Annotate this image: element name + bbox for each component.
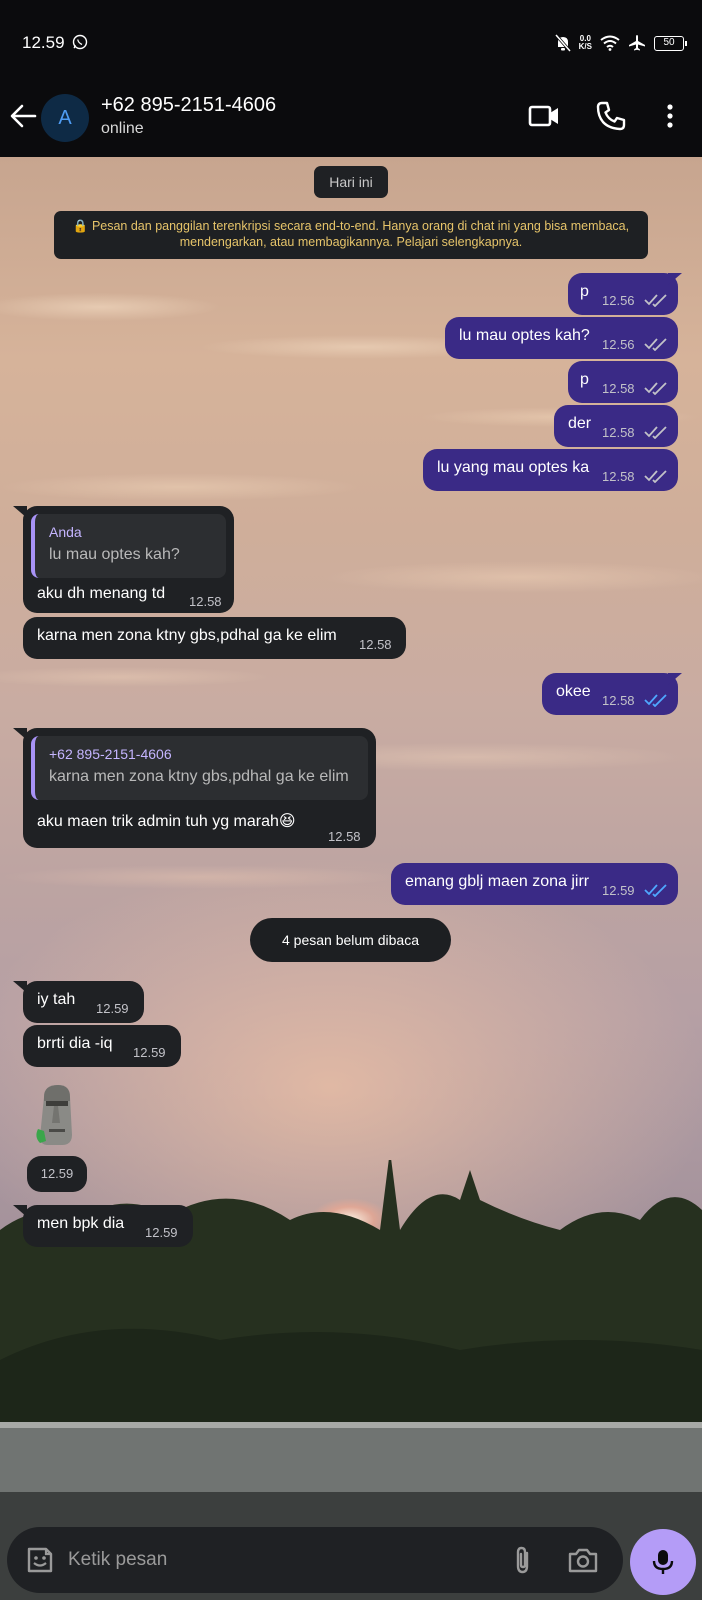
message-time: 12.59 [602, 883, 635, 898]
chat-header: A +62 895-2151-4606 online [0, 80, 702, 157]
whatsapp-icon [72, 34, 88, 50]
double-check-icon [644, 338, 667, 351]
outgoing-message[interactable]: emang gblj maen zona jirr 12.59 [391, 863, 678, 905]
double-check-icon [644, 470, 667, 483]
message-text: karna men zona ktny gbs,pdhal ga ke elim [37, 627, 337, 644]
incoming-message[interactable]: men bpk dia 12.59 [13, 1205, 193, 1247]
video-call-icon[interactable] [528, 100, 560, 132]
status-bar: 12.59 0.0 K/S 50 [0, 0, 702, 80]
bubble-tail [668, 673, 682, 685]
battery-icon: 50 [654, 35, 687, 51]
incoming-message[interactable]: +62 895-2151-4606 karna men zona ktny gb… [13, 728, 376, 848]
incoming-message[interactable]: iy tah 12.59 [13, 981, 144, 1023]
double-check-icon [644, 426, 667, 439]
double-check-icon [644, 884, 667, 897]
message-time: 12.58 [602, 469, 635, 484]
quote-author: Anda [49, 524, 82, 540]
mic-icon [652, 1550, 674, 1574]
airplane-icon [629, 35, 645, 51]
incoming-message[interactable]: brrti dia -iq 12.59 [23, 1025, 181, 1067]
outgoing-message[interactable]: lu yang mau optes ka 12.58 [423, 449, 678, 491]
status-time: 12.59 [22, 33, 65, 52]
message-text: lu yang mau optes ka [437, 459, 590, 476]
message-input[interactable] [68, 1545, 488, 1575]
quote-author: +62 895-2151-4606 [49, 746, 172, 762]
unread-messages-banner: 4 pesan belum dibaca [250, 918, 451, 962]
bubble-tail [13, 981, 27, 993]
bubble-tail [668, 273, 682, 285]
message-text: lu mau optes kah? [459, 327, 590, 344]
back-arrow-icon[interactable] [8, 100, 40, 132]
bubble-tail [13, 728, 27, 740]
camera-icon[interactable] [567, 1544, 599, 1576]
date-chip: Hari ini [314, 166, 388, 198]
message-composer [7, 1527, 623, 1593]
message-time: 12.59 [145, 1225, 178, 1240]
contact-name[interactable]: +62 895-2151-4606 [101, 94, 276, 117]
wifi-icon [600, 35, 620, 51]
message-text: iy tah [37, 991, 76, 1008]
emoji-icon[interactable] [24, 1544, 56, 1576]
message-text: brrti dia -iq [37, 1035, 113, 1052]
message-text: p [580, 283, 589, 300]
double-check-icon [644, 294, 667, 307]
avatar[interactable]: A [41, 94, 89, 142]
message-text: okee [556, 683, 591, 700]
incoming-message[interactable]: Anda lu mau optes kah? aku dh menang td … [13, 506, 234, 613]
bubble-tail [13, 506, 27, 518]
outgoing-message[interactable]: lu mau optes kah? 12.56 [445, 317, 678, 359]
outgoing-message[interactable]: okee 12.58 [542, 673, 682, 715]
message-text: aku maen trik admin tuh yg marah😆 [37, 813, 296, 830]
message-text: der [568, 415, 592, 432]
sticker-time: 12.59 [27, 1156, 87, 1192]
more-options-icon[interactable] [654, 100, 686, 132]
outgoing-message[interactable]: p 12.56 [568, 273, 682, 315]
message-text: emang gblj maen zona jirr [405, 873, 590, 890]
moai-sticker[interactable] [32, 1083, 80, 1147]
double-check-icon [644, 694, 667, 707]
encryption-notice[interactable]: 🔒 Pesan dan panggilan terenkripsi secara… [54, 211, 648, 259]
message-text: aku dh menang td [37, 585, 166, 602]
status-icons: 0.0 K/S 50 [554, 32, 687, 54]
contact-status: online [101, 120, 144, 137]
outgoing-message[interactable]: p 12.58 [568, 361, 678, 403]
message-time: 12.58 [602, 425, 635, 440]
message-time: 12.56 [602, 293, 635, 308]
voice-call-icon[interactable] [595, 100, 627, 132]
message-text: p [580, 371, 589, 388]
network-speed: 0.0 K/S [578, 34, 592, 51]
quote-text: karna men zona ktny gbs,pdhal ga ke elim [49, 768, 349, 785]
mute-bell-icon [554, 34, 571, 52]
quote-text: lu mau optes kah? [49, 546, 180, 563]
incoming-message[interactable]: karna men zona ktny gbs,pdhal ga ke elim… [23, 617, 406, 659]
mic-button[interactable] [630, 1529, 696, 1595]
message-text: men bpk dia [37, 1215, 125, 1232]
quoted-message[interactable]: +62 895-2151-4606 karna men zona ktny gb… [31, 736, 368, 800]
message-time: 12.59 [133, 1045, 166, 1060]
message-time: 12.58 [328, 829, 361, 844]
quoted-message[interactable]: Anda lu mau optes kah? [31, 514, 226, 578]
message-time: 12.58 [602, 381, 635, 396]
message-time: 12.58 [189, 594, 222, 609]
double-check-icon [644, 382, 667, 395]
message-time: 12.58 [359, 637, 392, 652]
message-time: 12.58 [602, 693, 635, 708]
bubble-tail [13, 1205, 27, 1217]
attach-icon[interactable] [507, 1544, 539, 1576]
message-time: 12.59 [96, 1001, 129, 1016]
message-time: 12.56 [602, 337, 635, 352]
outgoing-message[interactable]: der 12.58 [554, 405, 678, 447]
